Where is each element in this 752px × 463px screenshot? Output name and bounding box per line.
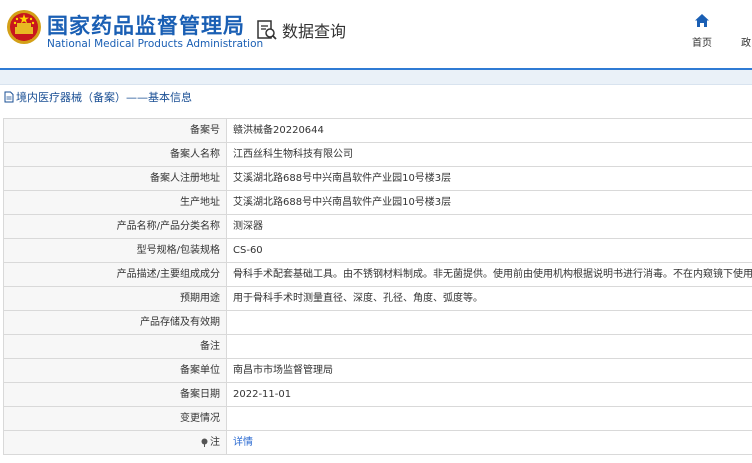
section-title-text: 境内医疗器械（备案）——基本信息 xyxy=(16,91,192,104)
table-row: 备案人名称 江西丝科生物科技有限公司 xyxy=(3,142,752,167)
data-query-link[interactable]: 数据查询 xyxy=(256,18,346,42)
table-row: 变更情况 xyxy=(3,406,752,431)
row-value xyxy=(226,334,752,359)
row-value: 艾溪湖北路688号中兴南昌软件产业园10号楼3层 xyxy=(226,166,752,191)
row-value: 赣洪械备20220644 xyxy=(226,118,752,143)
row-value: 艾溪湖北路688号中兴南昌软件产业园10号楼3层 xyxy=(226,190,752,215)
header-strip xyxy=(0,70,752,85)
row-label: 备案人名称 xyxy=(3,142,227,167)
document-icon xyxy=(4,91,14,103)
row-value: 测深器 xyxy=(226,214,752,239)
basic-info-table: 备案号 赣洪械备20220644 备案人名称 江西丝科生物科技有限公司 备案人注… xyxy=(3,118,752,455)
row-label: 生产地址 xyxy=(3,190,227,215)
row-value: CS-60 xyxy=(226,238,752,263)
section-title: 境内医疗器械（备案）——基本信息 xyxy=(4,89,192,105)
row-value: 南昌市市场监督管理局 xyxy=(226,358,752,383)
row-label: 产品存储及有效期 xyxy=(3,310,227,335)
table-row: 备案号 赣洪械备20220644 xyxy=(3,118,752,143)
national-emblem-logo xyxy=(7,10,41,44)
row-label: 型号规格/包装规格 xyxy=(3,238,227,263)
note-value-cell: 详情 xyxy=(226,430,752,455)
site-header: 国家药品监督管理局 National Medical Products Admi… xyxy=(0,0,752,70)
table-row: 产品存储及有效期 xyxy=(3,310,752,335)
home-icon xyxy=(695,14,709,27)
brand-name-en: National Medical Products Administration xyxy=(47,38,264,50)
row-value: 用于骨科手术时测量直径、深度、孔径、角度、弧度等。 xyxy=(226,286,752,311)
table-row: 备注 xyxy=(3,334,752,359)
table-row: 型号规格/包装规格 CS-60 xyxy=(3,238,752,263)
table-row: 备案单位 南昌市市场监督管理局 xyxy=(3,358,752,383)
table-row: 生产地址 艾溪湖北路688号中兴南昌软件产业园10号楼3层 xyxy=(3,190,752,215)
row-label: 备注 xyxy=(3,334,227,359)
row-label: 备案号 xyxy=(3,118,227,143)
row-value: 2022-11-01 xyxy=(226,382,752,407)
table-row: 预期用途 用于骨科手术时测量直径、深度、孔径、角度、弧度等。 xyxy=(3,286,752,311)
note-label: 注 xyxy=(210,437,220,448)
table-row: 备案日期 2022-11-01 xyxy=(3,382,752,407)
row-value xyxy=(226,310,752,335)
data-query-icon xyxy=(257,20,277,40)
row-value: 骨科手术配套基础工具。由不锈钢材料制成。非无菌提供。使用前由使用机构根据说明书进… xyxy=(226,262,752,287)
row-label: 产品名称/产品分类名称 xyxy=(3,214,227,239)
data-query-label: 数据查询 xyxy=(282,22,347,41)
row-label: 备案日期 xyxy=(3,382,227,407)
table-row: 产品名称/产品分类名称 测深器 xyxy=(3,214,752,239)
note-label-cell: 注 xyxy=(3,430,227,455)
row-label: 变更情况 xyxy=(3,406,227,431)
table-row-note: 注 详情 xyxy=(3,430,752,455)
row-value xyxy=(226,406,752,431)
row-label: 产品描述/主要组成成分 xyxy=(3,262,227,287)
note-pin-icon xyxy=(201,438,208,447)
row-label: 预期用途 xyxy=(3,286,227,311)
brand-name-cn: 国家药品监督管理局 xyxy=(47,14,245,38)
table-row: 产品描述/主要组成成分 骨科手术配套基础工具。由不锈钢材料制成。非无菌提供。使用… xyxy=(3,262,752,287)
nav-home[interactable]: 首页 xyxy=(686,13,718,49)
details-link[interactable]: 详情 xyxy=(233,437,253,448)
row-value: 江西丝科生物科技有限公司 xyxy=(226,142,752,167)
row-label: 备案单位 xyxy=(3,358,227,383)
row-label: 备案人注册地址 xyxy=(3,166,227,191)
nav-item-partial[interactable]: 政 xyxy=(741,34,751,49)
table-row: 备案人注册地址 艾溪湖北路688号中兴南昌软件产业园10号楼3层 xyxy=(3,166,752,191)
nav-home-label: 首页 xyxy=(692,38,712,49)
